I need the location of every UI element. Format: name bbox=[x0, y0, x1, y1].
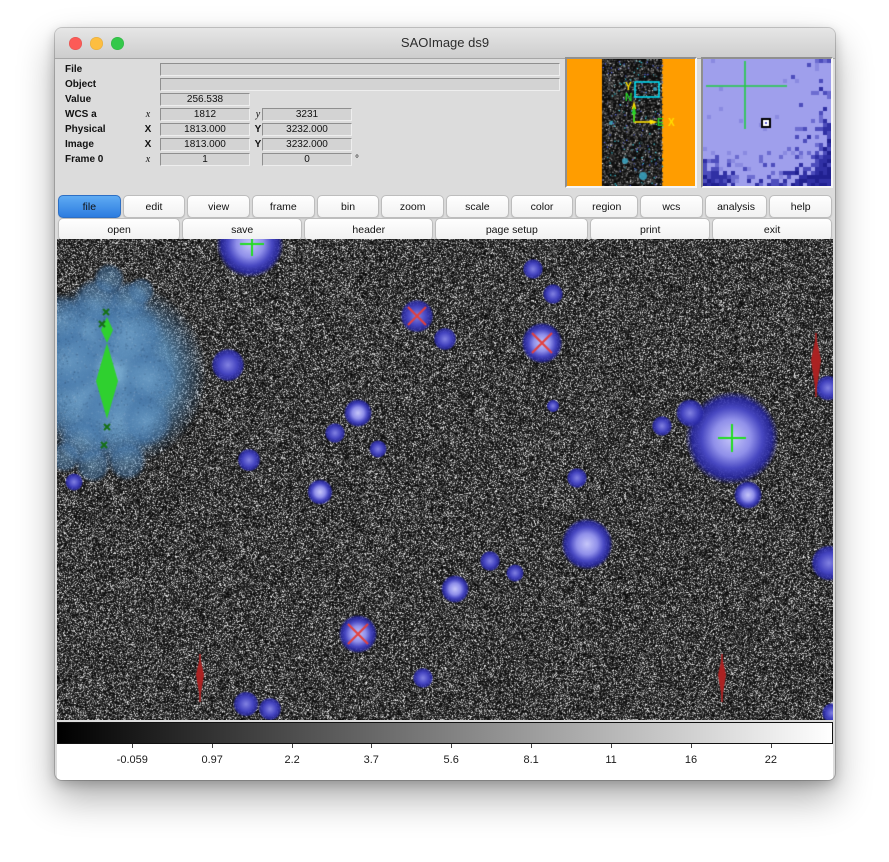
colorbar-tick bbox=[292, 744, 293, 748]
panner-panel bbox=[565, 57, 697, 188]
colorbar-tick bbox=[451, 744, 452, 748]
info-row-frame: Frame 0 x 1 0 ° bbox=[55, 153, 615, 166]
colorbar-tick bbox=[371, 744, 372, 748]
value-field: 256.538 bbox=[160, 93, 250, 106]
frame-zoom-field: 1 bbox=[160, 153, 250, 166]
header-button[interactable]: header bbox=[304, 218, 433, 241]
print-button[interactable]: print bbox=[590, 218, 710, 241]
menu-frame[interactable]: frame bbox=[252, 195, 315, 218]
close-button[interactable] bbox=[69, 37, 82, 50]
colorbar-tick-label: 2.2 bbox=[284, 754, 299, 766]
image-y-field: 3232.000 bbox=[262, 138, 352, 151]
page-setup-button[interactable]: page setup bbox=[435, 218, 588, 241]
magnifier-panel bbox=[701, 57, 833, 188]
object-field bbox=[160, 78, 560, 91]
maximize-button[interactable] bbox=[111, 37, 124, 50]
minimize-button[interactable] bbox=[90, 37, 103, 50]
wcs-x-field: 1812 bbox=[160, 108, 250, 121]
menu-edit[interactable]: edit bbox=[123, 195, 186, 218]
degree-symbol: ° bbox=[355, 153, 359, 166]
menu-scale[interactable]: scale bbox=[446, 195, 509, 218]
save-button[interactable]: save bbox=[182, 218, 302, 241]
menu-file[interactable]: file bbox=[58, 195, 121, 218]
colorbar-tick-label: 8.1 bbox=[523, 754, 538, 766]
wcs-label: WCS a bbox=[65, 108, 145, 121]
colorbar-tick bbox=[611, 744, 612, 748]
menu-region[interactable]: region bbox=[575, 195, 638, 218]
colorbar[interactable] bbox=[57, 722, 833, 744]
exit-button[interactable]: exit bbox=[712, 218, 832, 241]
file-field bbox=[160, 63, 560, 76]
magnifier-canvas bbox=[703, 59, 831, 186]
image-x-field: 1813.000 bbox=[160, 138, 250, 151]
menu-bin[interactable]: bin bbox=[317, 195, 380, 218]
menu-analysis[interactable]: analysis bbox=[705, 195, 768, 218]
colorbar-tick bbox=[691, 744, 692, 748]
colorbar-tick-label: 5.6 bbox=[444, 754, 459, 766]
info-row-wcs: WCS a x 1812 y 3231 bbox=[55, 108, 615, 121]
physical-label: Physical bbox=[65, 123, 145, 136]
physical-x-field: 1813.000 bbox=[160, 123, 250, 136]
colorbar-tick bbox=[771, 744, 772, 748]
titlebar[interactable]: SAOImage ds9 bbox=[55, 28, 835, 59]
colorbar-tick bbox=[212, 744, 213, 748]
info-row-image: Image X 1813.000 Y 3232.000 bbox=[55, 138, 615, 151]
main-image-canvas[interactable] bbox=[57, 239, 833, 720]
menu-zoom[interactable]: zoom bbox=[381, 195, 444, 218]
colorbar-tick-label: 3.7 bbox=[364, 754, 379, 766]
colorbar-tick bbox=[531, 744, 532, 748]
colorbar-scale: -0.059 0.97 2.2 3.7 5.6 8.1 11 16 22 bbox=[57, 744, 833, 780]
colorbar-tick bbox=[132, 744, 133, 748]
menu-color[interactable]: color bbox=[511, 195, 574, 218]
wcs-x-label: x bbox=[141, 108, 155, 121]
colorbar-tick-label: 11 bbox=[605, 754, 616, 766]
frame-label: Frame 0 bbox=[65, 153, 145, 166]
colorbar-tick-label: -0.059 bbox=[117, 754, 148, 766]
file-submenu-bar: open save header page setup print exit bbox=[58, 218, 832, 241]
info-row-physical: Physical X 1813.000 Y 3232.000 bbox=[55, 123, 615, 136]
panner-canvas[interactable] bbox=[567, 59, 695, 186]
frame-rotate-field: 0 bbox=[262, 153, 352, 166]
info-row-value: Value 256.538 bbox=[55, 93, 615, 106]
value-label: Value bbox=[65, 93, 145, 106]
colorbar-tick-label: 0.97 bbox=[201, 754, 222, 766]
wcs-y-field: 3231 bbox=[262, 108, 352, 121]
colorbar-tick-label: 16 bbox=[685, 754, 697, 766]
physical-x-label: X bbox=[141, 123, 155, 136]
object-label: Object bbox=[65, 78, 145, 91]
open-button[interactable]: open bbox=[58, 218, 180, 241]
menu-bar: file edit view frame bin zoom scale colo… bbox=[58, 195, 832, 218]
image-label: Image bbox=[65, 138, 145, 151]
traffic-lights bbox=[69, 37, 124, 50]
info-row-file: File bbox=[55, 63, 615, 76]
ds9-window: SAOImage ds9 File Object Value 256.538 W… bbox=[55, 28, 835, 780]
menu-wcs[interactable]: wcs bbox=[640, 195, 703, 218]
menu-help[interactable]: help bbox=[769, 195, 832, 218]
info-row-object: Object bbox=[55, 78, 615, 91]
file-label: File bbox=[65, 63, 145, 76]
image-x-label: X bbox=[141, 138, 155, 151]
menu-view[interactable]: view bbox=[187, 195, 250, 218]
colorbar-tick-label: 22 bbox=[765, 754, 777, 766]
physical-y-field: 3232.000 bbox=[262, 123, 352, 136]
frame-zoom-label: x bbox=[141, 153, 155, 166]
window-title: SAOImage ds9 bbox=[55, 28, 835, 57]
